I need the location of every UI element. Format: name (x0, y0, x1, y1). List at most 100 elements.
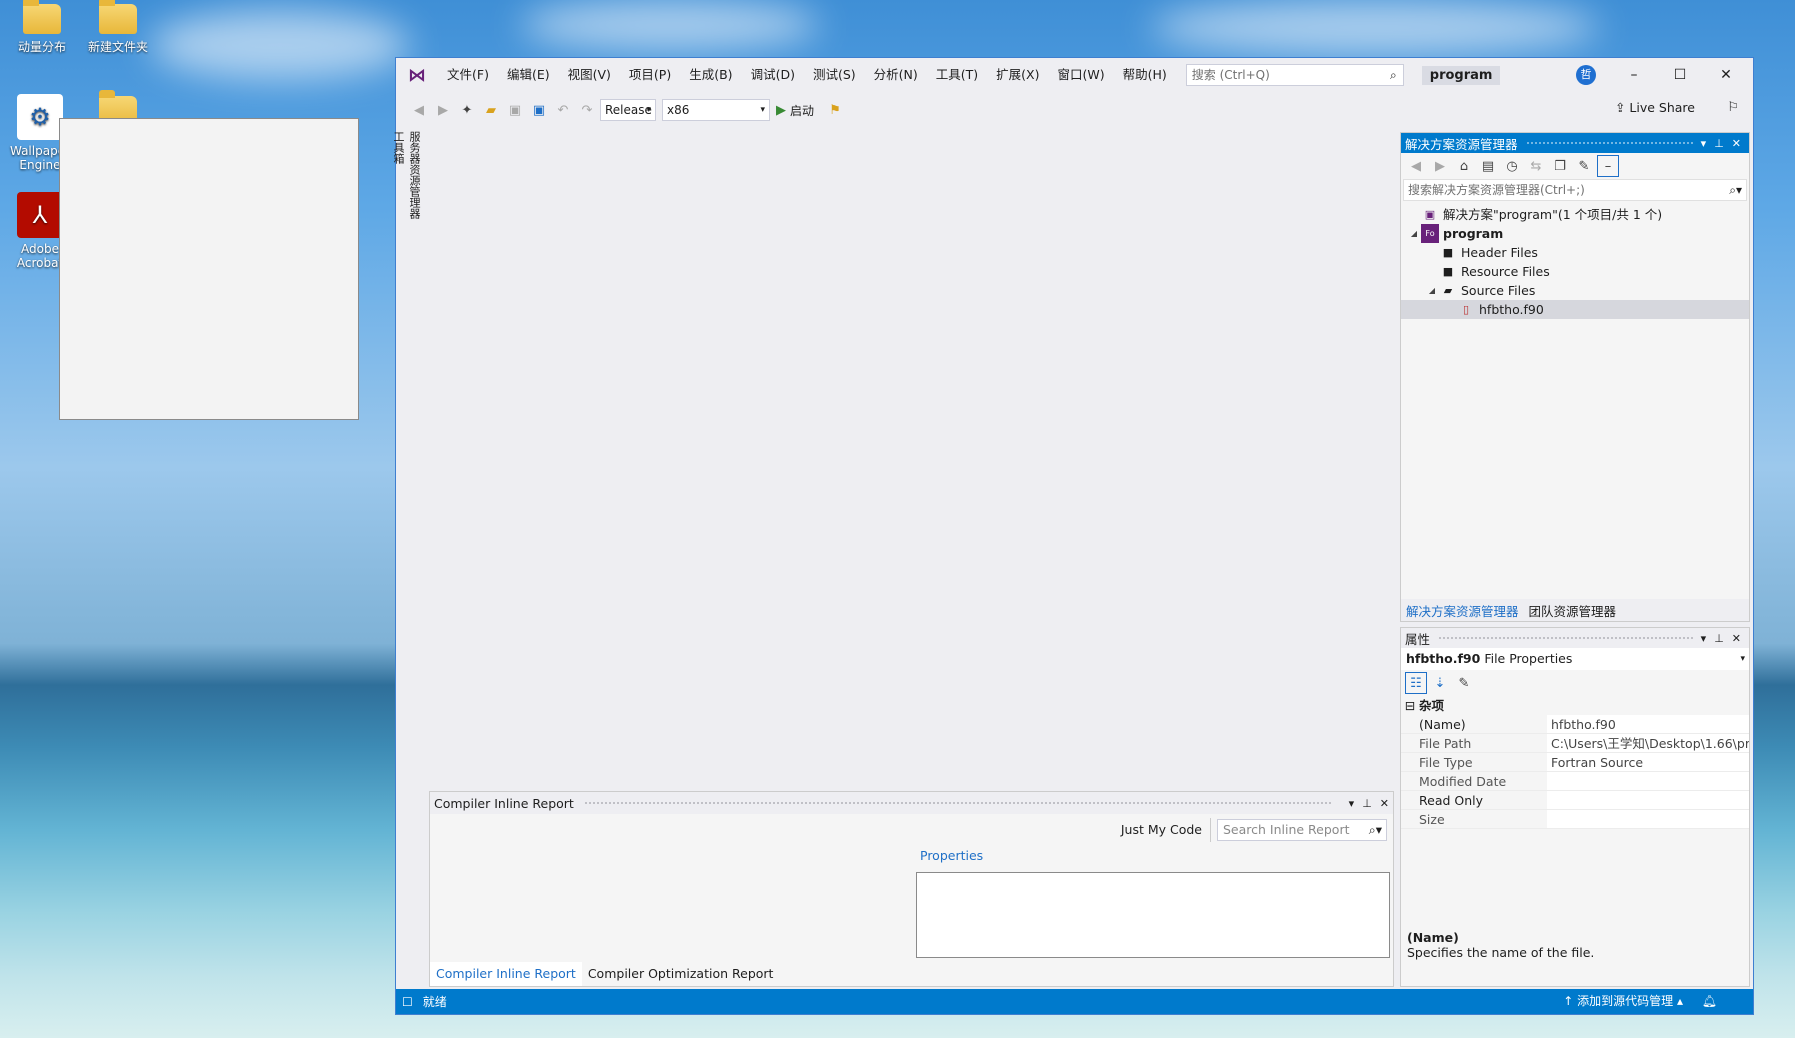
menu-tools[interactable]: 工具(T) (927, 58, 987, 92)
platform-select[interactable]: x86 ▾ (662, 99, 770, 121)
menu-debug[interactable]: 调试(D) (742, 58, 804, 92)
chevron-down-icon[interactable]: ▾ (1701, 632, 1707, 645)
save-all-icon[interactable]: ▣ (528, 99, 550, 121)
menu-build[interactable]: 生成(B) (680, 58, 741, 92)
forward-icon[interactable]: ▶ (432, 99, 454, 121)
configuration-select[interactable]: Release ▾ (600, 99, 656, 121)
solution-tree: ▣ 解决方案"program"(1 个项目/共 1 个) ◢ Fo progra… (1401, 205, 1749, 319)
tab-compiler-inline-report[interactable]: Compiler Inline Report (430, 962, 582, 986)
history-icon[interactable]: ◷ (1501, 155, 1523, 177)
tree-item-header-files[interactable]: ■ Header Files (1401, 243, 1749, 262)
search-inline-report-input[interactable]: Search Inline Report ⌕▾ (1217, 819, 1387, 841)
forward-icon[interactable]: ▶ (1429, 155, 1451, 177)
expand-icon[interactable]: ◢ (1425, 281, 1439, 300)
categorized-icon[interactable]: ☷ (1405, 672, 1427, 694)
menu-edit[interactable]: 编辑(E) (498, 58, 559, 92)
menu-project[interactable]: 项目(P) (620, 58, 680, 92)
drag-handle[interactable] (1438, 635, 1693, 641)
blank-window[interactable] (59, 118, 359, 420)
live-share-button[interactable]: ⇪ Live Share (1615, 100, 1695, 115)
drag-handle[interactable] (583, 800, 1331, 806)
just-my-code-toggle[interactable]: Just My Code (1113, 818, 1211, 842)
menu-extensions[interactable]: 扩展(X) (987, 58, 1048, 92)
tree-item-project[interactable]: ◢ Fo program (1401, 224, 1749, 243)
menu-window[interactable]: 窗口(W) (1048, 58, 1113, 92)
back-icon[interactable]: ◀ (1405, 155, 1427, 177)
side-tab-toolbox[interactable]: 工具箱 (390, 131, 406, 219)
collapse-all-icon[interactable]: ❐ (1549, 155, 1571, 177)
avatar[interactable]: 哲 (1576, 65, 1596, 85)
open-folder-icon[interactable]: ▰ (480, 99, 502, 121)
property-value[interactable] (1547, 810, 1749, 828)
tree-item-file[interactable]: ▯ hfbtho.f90 (1401, 300, 1749, 319)
cloud (150, 10, 410, 80)
property-value[interactable]: Fortran Source (1547, 753, 1749, 771)
find-icon[interactable]: ⚑ (824, 99, 846, 121)
add-to-source-control-button[interactable]: ↑ 添加到源代码管理 ▴ (1563, 989, 1683, 1014)
tree-item-resource-files[interactable]: ■ Resource Files (1401, 262, 1749, 281)
property-value[interactable] (1547, 772, 1749, 790)
tree-item-solution[interactable]: ▣ 解决方案"program"(1 个项目/共 1 个) (1401, 205, 1749, 224)
close-icon[interactable]: ✕ (1732, 632, 1741, 645)
close-icon[interactable]: ✕ (1732, 137, 1741, 150)
property-row[interactable]: Size (1401, 810, 1749, 829)
search-placeholder: 搜索解决方案资源管理器(Ctrl+;) (1408, 183, 1585, 197)
pin-icon[interactable]: ⊥ (1714, 632, 1724, 645)
property-row[interactable]: Read Only (1401, 791, 1749, 810)
switch-views-icon[interactable]: ▤ (1477, 155, 1499, 177)
undo-icon[interactable]: ↶ (552, 99, 574, 121)
menu-help[interactable]: 帮助(H) (1114, 58, 1176, 92)
redo-icon[interactable]: ↷ (576, 99, 598, 121)
menu-view[interactable]: 视图(V) (559, 58, 620, 92)
tab-compiler-optimization-report[interactable]: Compiler Optimization Report (582, 962, 780, 986)
property-category[interactable]: ⊟ 杂项 (1401, 696, 1749, 715)
save-icon[interactable]: ▣ (504, 99, 526, 121)
pin-icon[interactable]: ⊥ (1362, 797, 1372, 810)
sync-icon[interactable]: ⇆ (1525, 155, 1547, 177)
close-icon[interactable]: ✕ (1380, 797, 1389, 810)
tab-team-explorer[interactable]: 团队资源管理器 (1524, 601, 1622, 620)
drag-handle[interactable] (1525, 140, 1693, 146)
quick-launch-search[interactable]: 搜索 (Ctrl+Q) ⌕ (1185, 64, 1404, 86)
maximize-button[interactable]: ☐ (1657, 58, 1703, 92)
desktop-icon-folder-momentum[interactable]: 动量分布 (6, 0, 78, 55)
property-row[interactable]: Modified Date (1401, 772, 1749, 791)
chevron-down-icon[interactable]: ▾ (1349, 797, 1355, 810)
collapse-icon[interactable]: ⊟ (1401, 696, 1419, 715)
pin-icon[interactable]: ⊥ (1714, 137, 1724, 150)
property-value[interactable] (1547, 791, 1749, 809)
feedback-icon[interactable]: ⚐ (1727, 100, 1739, 115)
properties-box[interactable] (916, 872, 1390, 958)
output-window-icon[interactable]: ☐ (402, 995, 413, 1009)
expand-icon[interactable]: ◢ (1407, 224, 1421, 243)
menu-test[interactable]: 测试(S) (804, 58, 865, 92)
close-button[interactable]: ✕ (1703, 58, 1749, 92)
tree-item-source-files[interactable]: ◢ ▰ Source Files (1401, 281, 1749, 300)
home-icon[interactable]: ⌂ (1453, 155, 1475, 177)
new-project-icon[interactable]: ✦ (456, 99, 478, 121)
property-value[interactable]: hfbtho.f90 (1547, 715, 1749, 733)
preview-icon[interactable]: – (1597, 155, 1619, 177)
desktop-icon-new-folder[interactable]: 新建文件夹 (82, 0, 154, 55)
property-value[interactable]: C:\Users\王学知\Desktop\1.66\pro (1547, 734, 1749, 752)
chevron-down-icon[interactable]: ▾ (1701, 137, 1707, 150)
property-row[interactable]: File Path C:\Users\王学知\Desktop\1.66\pro (1401, 734, 1749, 753)
alphabetical-icon[interactable]: ⇣ (1429, 672, 1451, 694)
minimize-button[interactable]: – (1611, 58, 1657, 92)
property-row[interactable]: (Name) hfbtho.f90 (1401, 715, 1749, 734)
object-selector[interactable]: hfbtho.f90 File Properties ▾ (1401, 648, 1749, 670)
tree-label: Source Files (1461, 283, 1536, 298)
menu-analyze[interactable]: 分析(N) (865, 58, 927, 92)
editor-area (426, 132, 1423, 848)
start-button[interactable]: ▶ 启动 (776, 102, 814, 119)
solution-search-input[interactable]: 搜索解决方案资源管理器(Ctrl+;) ⌕▾ (1403, 179, 1747, 201)
notification-bell-icon[interactable]: 🔔︎ (1702, 989, 1717, 1014)
property-row[interactable]: File Type Fortran Source (1401, 753, 1749, 772)
report-list-area[interactable] (430, 844, 911, 961)
properties-wrench-icon[interactable]: ✎ (1573, 155, 1595, 177)
tab-solution-explorer[interactable]: 解决方案资源管理器 (1401, 601, 1524, 620)
back-icon[interactable]: ◀ (408, 99, 430, 121)
property-pages-wrench-icon[interactable]: ✎ (1453, 672, 1475, 694)
menu-file[interactable]: 文件(F) (438, 58, 498, 92)
side-tab-server-explorer[interactable]: 服务器资源管理器 (406, 131, 422, 219)
